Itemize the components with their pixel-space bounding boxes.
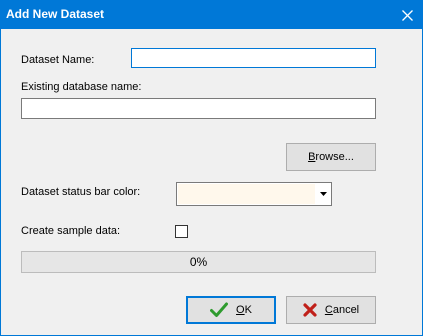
selected-color-swatch <box>178 184 315 204</box>
progress-bar: 0% <box>21 251 376 273</box>
create-sample-data-label: Create sample data: <box>21 225 121 237</box>
dropdown-button[interactable] <box>316 183 331 205</box>
chevron-down-icon <box>320 192 327 196</box>
existing-database-input[interactable] <box>21 98 376 119</box>
checkmark-icon <box>210 302 229 317</box>
cancel-button[interactable]: Cancel <box>286 296 376 324</box>
cancel-button-label: Cancel <box>324 304 360 316</box>
browse-button-label: Browse... <box>308 151 354 163</box>
existing-database-label: Existing database name: <box>21 81 142 93</box>
create-sample-data-checkbox[interactable] <box>175 225 188 238</box>
add-dataset-dialog: Add New Dataset Dataset Name: Existing d… <box>0 0 423 336</box>
dataset-name-input[interactable] <box>131 48 376 68</box>
x-cross-icon <box>303 303 317 317</box>
status-bar-color-select[interactable] <box>176 182 332 206</box>
ok-button-label: OK <box>236 304 252 316</box>
dataset-name-label: Dataset Name: <box>21 54 95 66</box>
status-bar-color-label: Dataset status bar color: <box>21 186 141 198</box>
dialog-title: Add New Dataset <box>6 7 105 21</box>
title-bar[interactable]: Add New Dataset <box>1 1 422 29</box>
close-button[interactable] <box>392 1 422 29</box>
close-icon <box>401 9 413 21</box>
ok-button[interactable]: OK <box>186 296 276 324</box>
progress-text: 0% <box>189 255 208 269</box>
browse-button[interactable]: Browse... <box>286 143 376 171</box>
